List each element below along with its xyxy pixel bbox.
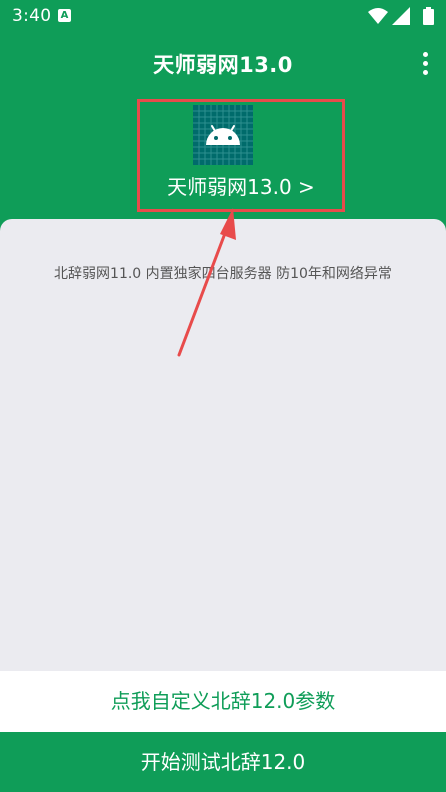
signal-icon <box>392 7 410 25</box>
status-bar: 3:40 A <box>0 0 446 32</box>
wifi-icon <box>368 8 388 24</box>
more-vertical-icon[interactable] <box>418 52 432 78</box>
android-icon[interactable] <box>193 105 253 165</box>
custom-params-button[interactable]: 点我自定义北辞12.0参数 <box>0 671 446 732</box>
notice-text: 北辞弱网11.0 内置独家四台服务器 防10年和网络异常 <box>54 266 392 282</box>
start-test-button[interactable]: 开始测试北辞12.0 <box>0 732 446 792</box>
header-label[interactable]: 天师弱网13.0 > <box>137 171 345 200</box>
app-title: 天师弱网13.0 <box>153 53 293 77</box>
battery-icon <box>423 7 434 25</box>
a-letter-icon: A <box>58 9 71 22</box>
content-card <box>0 219 446 671</box>
status-time: 3:40 <box>12 6 52 26</box>
